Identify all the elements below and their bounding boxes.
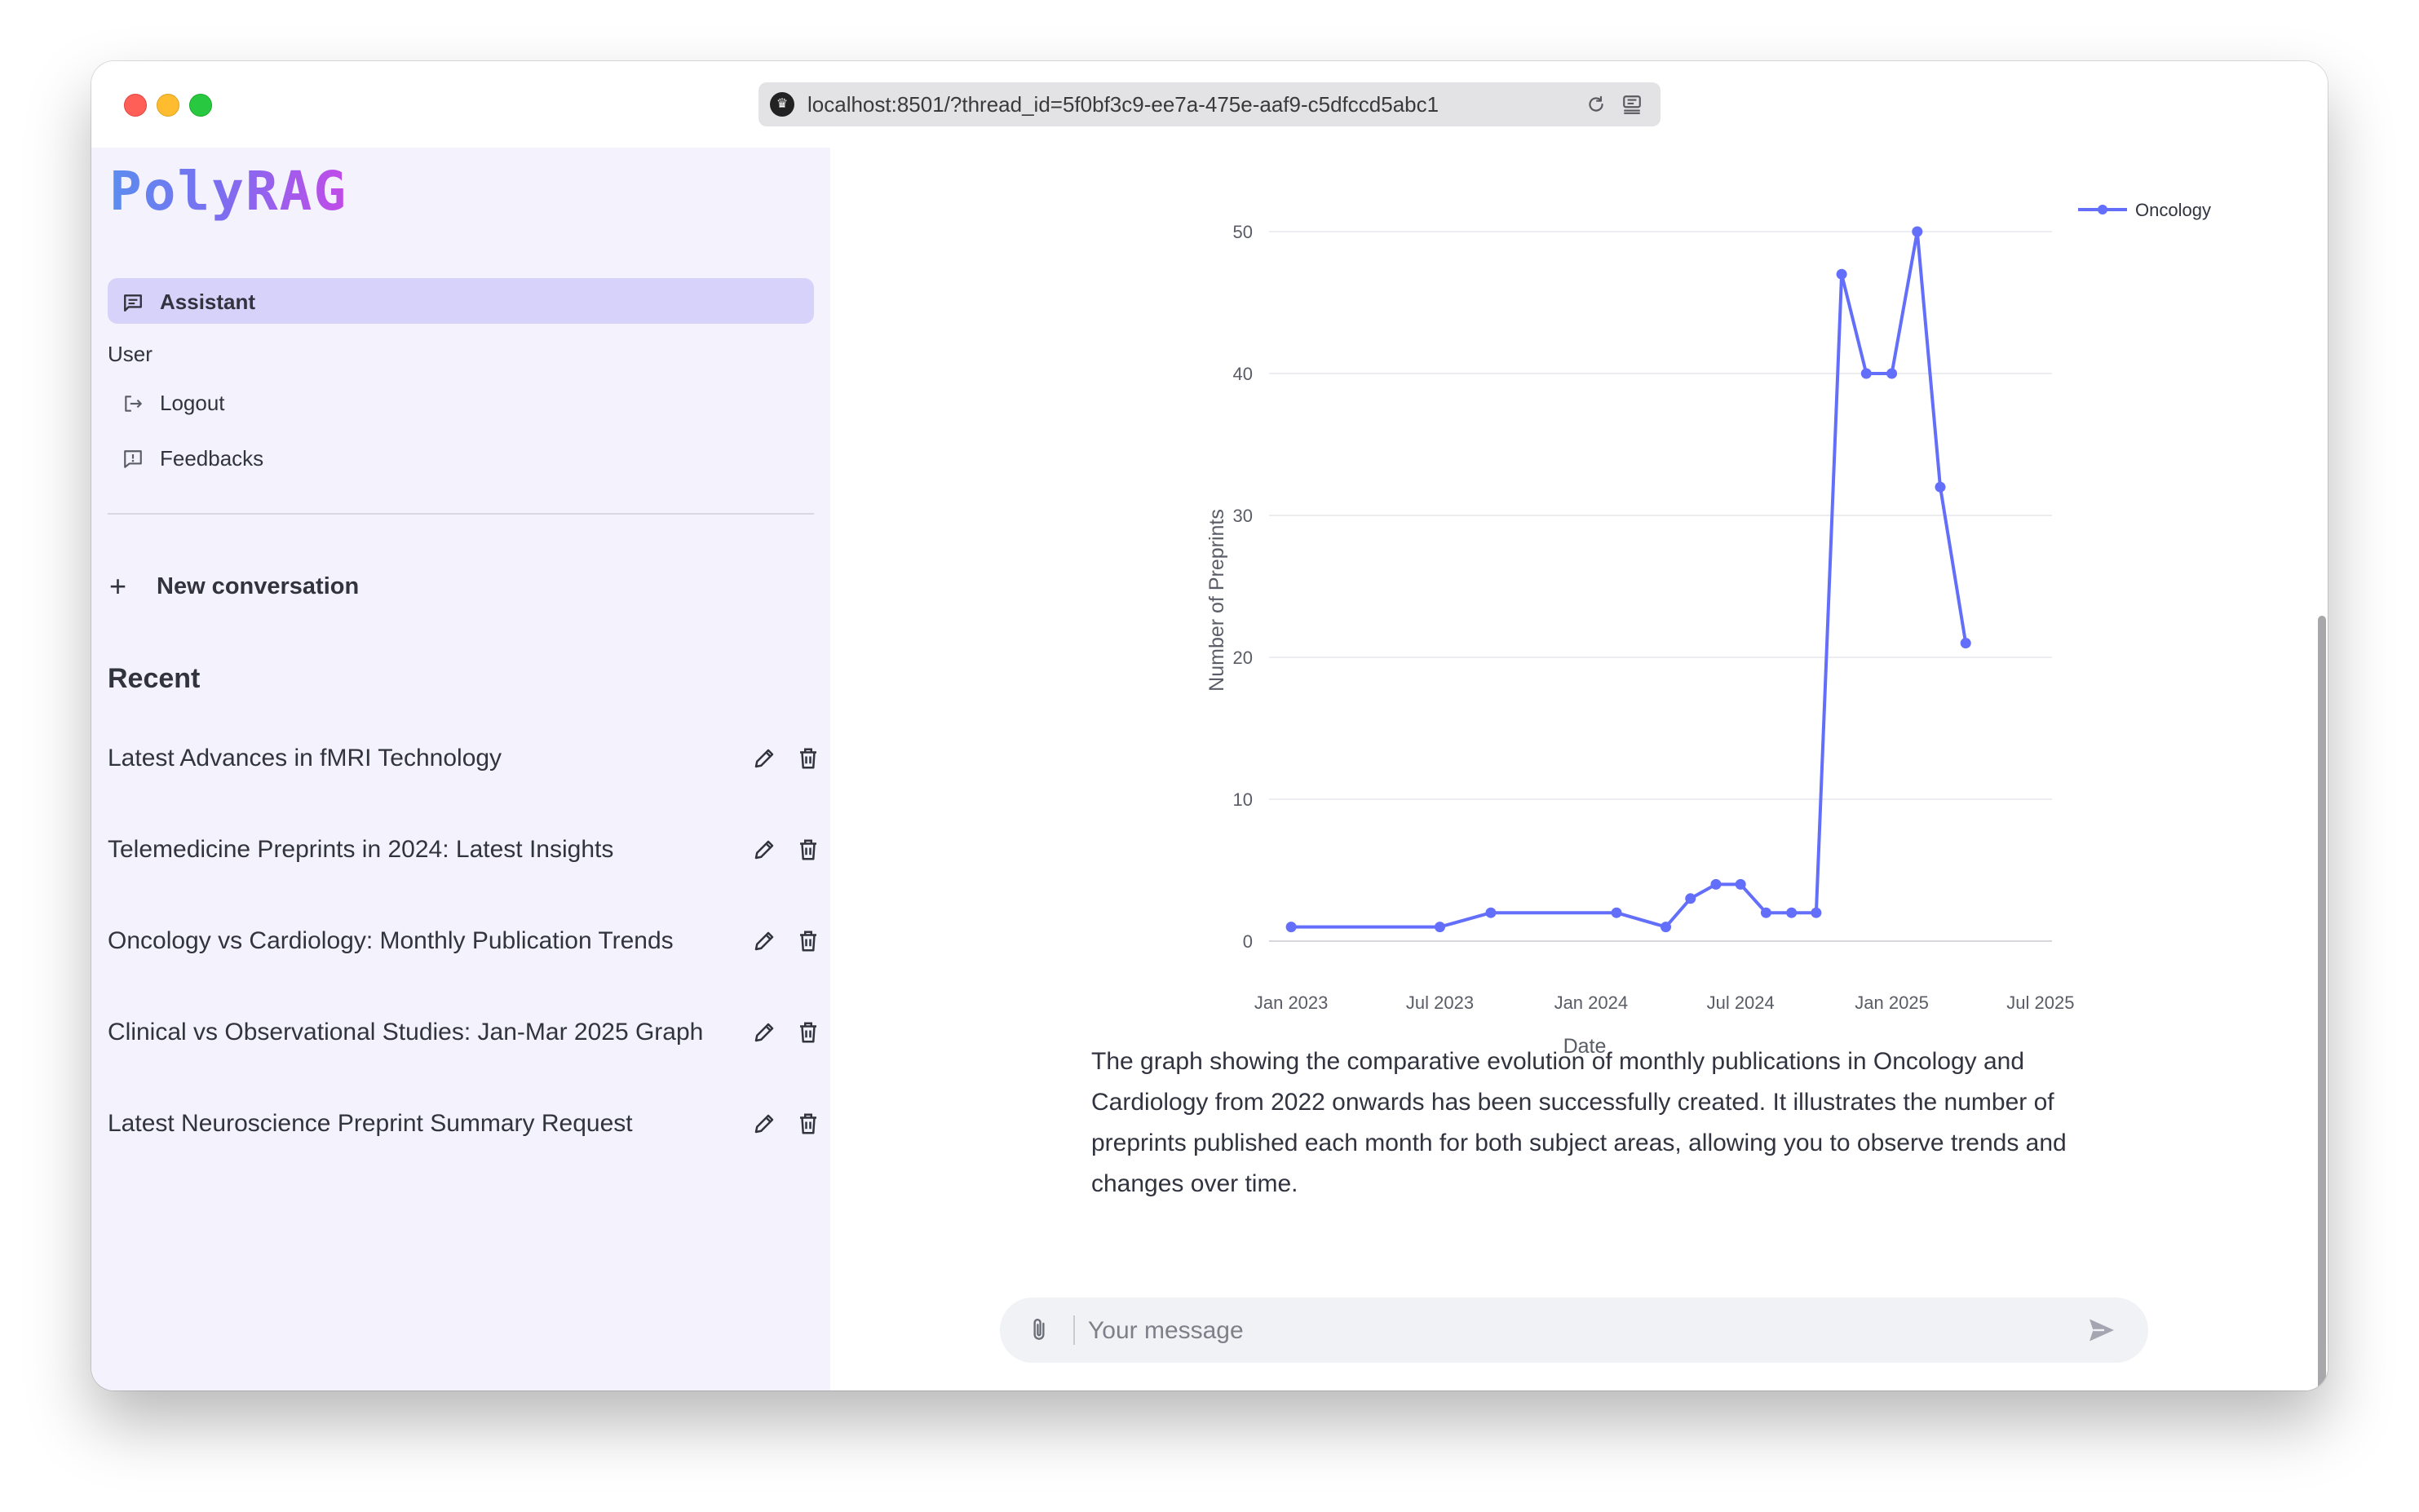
conversation-item[interactable]: Telemedicine Preprints in 2024: Latest I… (108, 826, 825, 875)
user-section-label: User (108, 342, 153, 366)
data-point (1611, 907, 1622, 918)
y-tick-label: 40 (1233, 364, 1253, 384)
nav-item-assistant-content[interactable]: Assistant (122, 290, 255, 315)
sidebar: PolyRAG Assistant User Logout Feedbacks … (91, 148, 830, 1390)
reader-view-icon[interactable] (1621, 94, 1643, 115)
nav-item-feedbacks[interactable]: Feedbacks (122, 446, 263, 471)
pencil-icon[interactable] (752, 1112, 776, 1136)
y-tick-label: 10 (1233, 789, 1253, 810)
conversation-title[interactable]: Oncology vs Cardiology: Monthly Publicat… (108, 927, 674, 955)
address-bar[interactable]: ♛ localhost:8501/?thread_id=5f0bf3c9-ee7… (758, 82, 1661, 126)
send-icon[interactable] (2086, 1315, 2117, 1345)
nav-item-feedbacks-label: Feedbacks (160, 446, 264, 471)
data-point (1661, 922, 1672, 933)
conversation-item[interactable]: Oncology vs Cardiology: Monthly Publicat… (108, 917, 825, 966)
y-tick-label: 0 (1243, 931, 1253, 952)
zoom-window-button[interactable] (189, 94, 212, 117)
plus-icon: + (109, 569, 127, 603)
close-window-button[interactable] (124, 94, 147, 117)
main-chat-area: 0 10 20 30 40 50 Jan 2023 Jul 2023 Jan 2024 Jul … (830, 148, 2328, 1390)
legend-marker (2098, 205, 2107, 214)
feedback-icon (124, 449, 142, 468)
recent-title: Recent (108, 663, 201, 694)
chat-icon (124, 294, 142, 312)
trash-icon[interactable] (796, 929, 820, 953)
data-point (1786, 907, 1798, 918)
sidebar-divider (108, 513, 814, 515)
conversation-item[interactable]: Latest Advances in fMRI Technology (108, 735, 825, 784)
new-conversation-button[interactable]: + New conversation (109, 572, 359, 601)
logout-icon (125, 395, 142, 412)
app-logo: PolyRAG (109, 160, 348, 223)
minimize-window-button[interactable] (157, 94, 179, 117)
y-tick-label: 50 (1233, 222, 1253, 242)
chart-series (1285, 226, 1971, 933)
x-axis-ticks: Jan 2023 Jul 2023 Jan 2024 Jul 2024 Jan 2025… (1254, 993, 2075, 1013)
trash-icon[interactable] (796, 746, 820, 771)
url-text[interactable]: localhost:8501/?thread_id=5f0bf3c9-ee7a-… (807, 82, 1439, 126)
data-point (1685, 893, 1696, 904)
conversation-title[interactable]: Clinical vs Observational Studies: Jan-M… (108, 1019, 703, 1046)
conversation-title[interactable]: Latest Neuroscience Preprint Summary Req… (108, 1110, 633, 1138)
data-point (1285, 922, 1297, 933)
trash-icon[interactable] (796, 1112, 820, 1136)
series-line (1291, 230, 1968, 929)
x-tick-label: Jul 2024 (1707, 993, 1775, 1013)
x-tick-label: Jan 2025 (1855, 993, 1929, 1013)
data-point (1735, 878, 1746, 890)
paperclip-icon[interactable] (1026, 1317, 1052, 1343)
site-favicon-icon: ♛ (770, 92, 794, 117)
conversation-title[interactable]: Latest Advances in fMRI Technology (108, 745, 502, 772)
conversation-item[interactable]: Latest Neuroscience Preprint Summary Req… (108, 1100, 825, 1149)
assistant-message: The graph showing the comparative evolut… (1091, 1048, 2067, 1197)
data-point (1434, 922, 1445, 933)
y-tick-label: 20 (1233, 648, 1253, 668)
data-point (1760, 907, 1771, 918)
x-tick-label: Jul 2023 (1406, 993, 1474, 1013)
reload-icon[interactable] (1585, 94, 1607, 115)
x-tick-label: Jul 2025 (2006, 993, 2074, 1013)
y-axis-label: Number of Preprints (1205, 509, 1228, 692)
browser-titlebar: ♛ localhost:8501/?thread_id=5f0bf3c9-ee7… (91, 61, 2328, 148)
input-separator (1073, 1315, 1075, 1345)
trash-icon[interactable] (796, 838, 820, 862)
nav-item-assistant-label: Assistant (160, 290, 256, 314)
nav-item-logout-label: Logout (160, 391, 225, 415)
message-input[interactable] (1086, 1306, 2068, 1356)
chat-input-bar (1000, 1298, 2148, 1363)
nav-item-logout[interactable]: Logout (122, 391, 225, 416)
pencil-icon[interactable] (752, 746, 776, 771)
chart-gridlines (1269, 231, 2052, 942)
data-point (1860, 368, 1872, 379)
conversation-title[interactable]: Telemedicine Preprints in 2024: Latest I… (108, 836, 613, 864)
x-tick-label: Jan 2023 (1254, 993, 1329, 1013)
data-point (1710, 878, 1722, 890)
data-point (1485, 907, 1497, 918)
pencil-icon[interactable] (752, 838, 776, 862)
y-axis-ticks: 0 10 20 30 40 50 (1233, 222, 1253, 952)
chart-legend[interactable]: Oncology (2078, 200, 2211, 220)
legend-label: Oncology (2135, 200, 2211, 220)
conversation-item[interactable]: Clinical vs Observational Studies: Jan-M… (108, 1009, 825, 1058)
data-point (1836, 268, 1847, 280)
scrollbar[interactable] (2318, 616, 2326, 1390)
trash-icon[interactable] (796, 1020, 820, 1045)
x-tick-label: Jan 2024 (1554, 993, 1629, 1013)
pencil-icon[interactable] (752, 929, 776, 953)
pencil-icon[interactable] (752, 1020, 776, 1045)
new-conversation-label: New conversation (157, 573, 360, 599)
data-point (1935, 481, 1946, 493)
data-point (1886, 368, 1898, 379)
data-point (1912, 226, 1923, 237)
data-point (1811, 907, 1822, 918)
data-point (1960, 638, 1971, 649)
y-tick-label: 30 (1233, 506, 1253, 526)
line-chart: 0 10 20 30 40 50 Jan 2023 Jul 2023 Jan 2024 Jul … (1205, 200, 2211, 1058)
browser-window: ♛ localhost:8501/?thread_id=5f0bf3c9-ee7… (91, 61, 2328, 1390)
